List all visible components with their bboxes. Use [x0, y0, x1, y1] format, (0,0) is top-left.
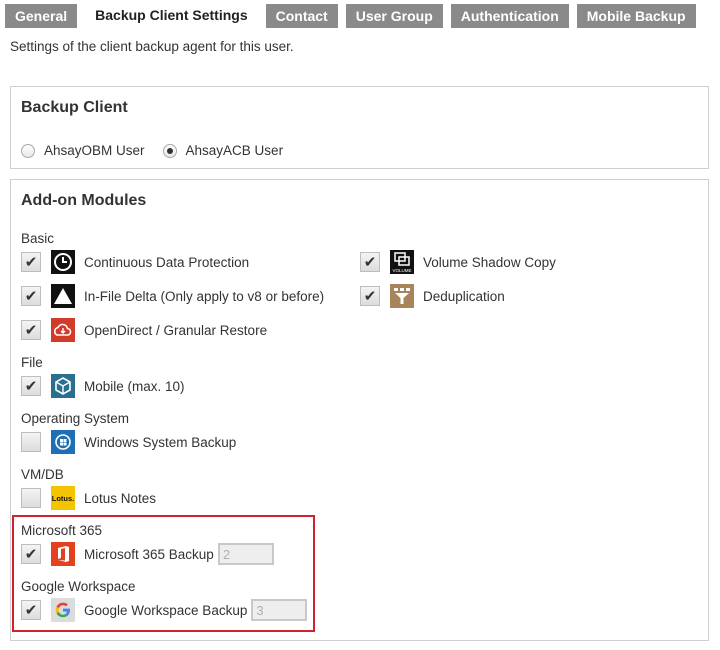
radio-ahsayobm-label[interactable]: AhsayOBM User — [44, 143, 145, 158]
tab-backup-client-settings[interactable]: Backup Client Settings — [85, 2, 258, 28]
addon-modules-title: Add-on Modules — [21, 192, 147, 209]
backup-client-panel: Backup Client AhsayOBM User AhsayACB Use… — [10, 86, 709, 169]
checkbox-deduplication[interactable]: ✔ — [360, 286, 380, 306]
cloud-icon — [51, 318, 75, 342]
group-label-basic: Basic — [21, 231, 55, 246]
funnel-icon — [390, 284, 414, 308]
tab-user-group[interactable]: User Group — [345, 4, 443, 28]
module-mobile-label: Mobile (max. 10) — [84, 378, 185, 394]
tab-contact[interactable]: Contact — [265, 4, 338, 28]
backup-client-title: Backup Client — [21, 99, 128, 116]
module-mobile: ✔ Mobile (max. 10) — [21, 373, 185, 399]
page-subtitle: Settings of the client backup agent for … — [10, 39, 294, 54]
svg-text:Lotus.: Lotus. — [52, 494, 75, 503]
tab-general[interactable]: General — [5, 4, 78, 28]
checkbox-infile-delta[interactable]: ✔ — [21, 286, 41, 306]
module-windows-system-backup-label: Windows System Backup — [84, 434, 237, 450]
module-lotus-notes-label: Lotus Notes — [84, 490, 157, 506]
check-mark-icon: ✔ — [363, 287, 377, 305]
module-vss-label: Volume Shadow Copy — [423, 254, 556, 270]
module-opendirect: ✔ OpenDirect / Granular Restore — [21, 317, 267, 343]
volume-icon: VOLUME — [390, 250, 414, 274]
check-mark-icon: ✔ — [24, 321, 38, 339]
triangle-icon — [51, 284, 75, 308]
module-vss: ✔ VOLUME Volume Shadow Copy — [360, 249, 556, 275]
checkbox-lotus-notes[interactable] — [21, 488, 41, 508]
checkbox-mobile[interactable]: ✔ — [21, 376, 41, 396]
check-mark-icon: ✔ — [24, 253, 38, 271]
check-mark-icon: ✔ — [363, 253, 377, 271]
radio-ahsayobm-user[interactable] — [21, 143, 35, 158]
check-mark-icon: ✔ — [24, 377, 38, 395]
module-deduplication-label: Deduplication — [423, 288, 505, 304]
module-infile-delta: ✔ In-File Delta (Only apply to v8 or bef… — [21, 283, 324, 309]
module-infile-delta-label: In-File Delta (Only apply to v8 or befor… — [84, 288, 325, 304]
windows-icon — [51, 430, 75, 454]
module-cdp: ✔ Continuous Data Protection — [21, 249, 249, 275]
module-lotus-notes: Lotus. Lotus Notes — [21, 485, 156, 511]
clock-icon — [51, 250, 75, 274]
tab-bar: General Backup Client Settings Contact U… — [0, 0, 720, 28]
svg-text:VOLUME: VOLUME — [392, 268, 411, 273]
group-label-os: Operating System — [21, 411, 130, 426]
module-cdp-label: Continuous Data Protection — [84, 254, 250, 270]
checkbox-vss[interactable]: ✔ — [360, 252, 380, 272]
check-mark-icon: ✔ — [24, 287, 38, 305]
highlight-box — [12, 515, 315, 632]
tab-mobile-backup[interactable]: Mobile Backup — [576, 4, 696, 28]
group-label-file: File — [21, 355, 43, 370]
mobile-box-icon — [51, 374, 75, 398]
checkbox-windows-system-backup[interactable] — [21, 432, 41, 452]
radio-selected-dot — [166, 147, 173, 154]
checkbox-cdp[interactable]: ✔ — [21, 252, 41, 272]
lotus-icon: Lotus. — [51, 486, 75, 510]
module-windows-system-backup: Windows System Backup — [21, 429, 236, 455]
radio-ahsayacb-user[interactable] — [162, 143, 177, 158]
module-opendirect-label: OpenDirect / Granular Restore — [84, 322, 268, 338]
backup-client-options: AhsayOBM User AhsayACB User — [21, 143, 301, 158]
group-label-vmdb: VM/DB — [21, 467, 64, 482]
checkbox-opendirect[interactable]: ✔ — [21, 320, 41, 340]
tab-authentication[interactable]: Authentication — [450, 4, 569, 28]
module-deduplication: ✔ Deduplication — [360, 283, 505, 309]
radio-ahsayacb-label[interactable]: AhsayACB User — [186, 143, 284, 158]
